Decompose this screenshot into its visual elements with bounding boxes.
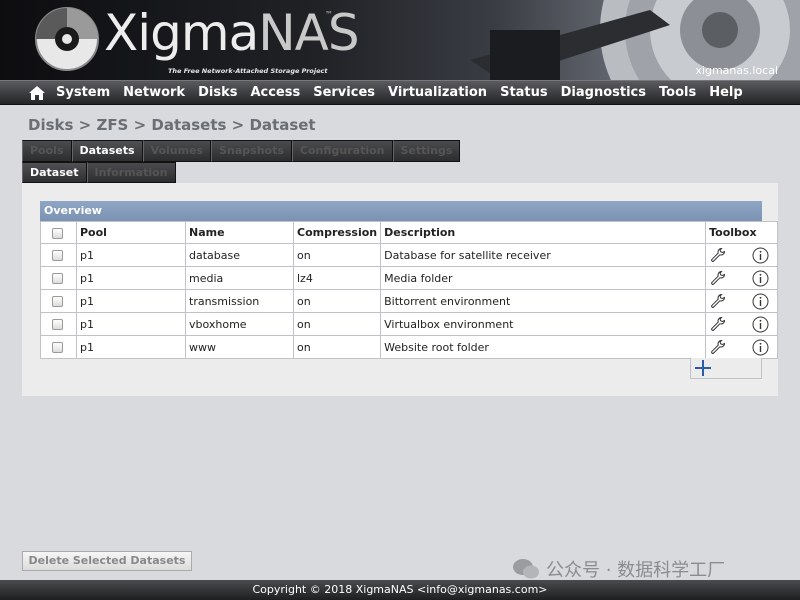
cell-pool: p1 [76, 312, 186, 336]
cell-compression: on [292, 335, 382, 359]
tab-dataset[interactable]: Dataset [22, 162, 87, 183]
wechat-icon [513, 559, 539, 579]
trademark-mark: ™ [325, 10, 333, 19]
toolbox-cell [705, 312, 779, 336]
info-icon[interactable] [752, 247, 769, 264]
cell-description: Virtualbox environment [380, 312, 707, 336]
brand-logo-text: XigmaNAS [104, 4, 360, 62]
wrench-icon[interactable] [710, 316, 726, 332]
table-row: p1 vboxhome on Virtualbox environment [40, 312, 779, 336]
wrench-icon[interactable] [710, 270, 726, 286]
breadcrumb: Disks > ZFS > Datasets > Dataset [28, 116, 316, 134]
primary-tabs: Pools Datasets Volumes Snapshots Configu… [22, 140, 461, 162]
overview-header: Overview [40, 201, 762, 221]
delete-selected-datasets-button[interactable]: Delete Selected Datasets [22, 551, 192, 571]
menu-item-virtualization[interactable]: Virtualization [388, 85, 487, 100]
tab-settings[interactable]: Settings [392, 140, 461, 162]
cell-compression: on [292, 243, 382, 267]
tab-pools[interactable]: Pools [22, 140, 72, 162]
menu-item-status[interactable]: Status [500, 85, 548, 100]
wrench-icon[interactable] [710, 339, 726, 355]
row-checkbox[interactable] [52, 296, 63, 307]
toolbox-cell [705, 335, 779, 359]
tab-datasets[interactable]: Datasets [71, 140, 143, 162]
info-icon[interactable] [752, 270, 769, 287]
menu-item-network[interactable]: Network [123, 85, 185, 100]
table-row: p1 transmission on Bittorrent environmen… [40, 289, 779, 313]
toolbox-cell [705, 289, 779, 313]
info-icon[interactable] [752, 293, 769, 310]
main-menu-bar: System Network Disks Access Services Vir… [0, 80, 800, 105]
column-header-pool[interactable]: Pool [76, 221, 186, 244]
table-row: p1 www on Website root folder [40, 335, 779, 359]
watermark: 公众号 · 数据科学工厂 [512, 556, 725, 582]
info-icon[interactable] [752, 316, 769, 333]
add-row-cell [690, 358, 762, 379]
menu-item-services[interactable]: Services [313, 85, 375, 100]
select-all-checkbox[interactable] [52, 227, 63, 239]
cell-compression: on [292, 312, 382, 336]
menu-item-diagnostics[interactable]: Diagnostics [561, 85, 646, 100]
cell-description: Media folder [380, 266, 707, 290]
menu-list: System Network Disks Access Services Vir… [56, 85, 756, 100]
menu-item-disks[interactable]: Disks [198, 85, 237, 100]
menu-item-access[interactable]: Access [250, 85, 300, 100]
wrench-icon[interactable] [710, 247, 726, 263]
table-row: p1 media lz4 Media folder [40, 266, 779, 290]
header: XigmaNAS ™ The Free Network-Attached Sto… [0, 0, 800, 80]
toolbox-cell [705, 266, 779, 290]
cell-description: Database for satellite receiver [380, 243, 707, 267]
row-checkbox[interactable] [52, 273, 63, 284]
wrench-icon[interactable] [710, 293, 726, 309]
cell-pool: p1 [76, 266, 186, 290]
datasets-table: Pool Name Compression Description Toolbo… [40, 221, 779, 359]
secondary-tabs: Dataset Information [22, 162, 176, 183]
cell-name: media [185, 266, 294, 290]
xigmanas-logo-icon [35, 7, 99, 71]
cell-compression: on [292, 289, 382, 313]
cell-pool: p1 [76, 243, 186, 267]
info-icon[interactable] [752, 339, 769, 356]
table-header-row: Pool Name Compression Description Toolbo… [40, 221, 779, 244]
row-checkbox[interactable] [52, 250, 63, 261]
cell-name: www [185, 335, 294, 359]
home-icon[interactable] [28, 85, 46, 101]
row-checkbox[interactable] [52, 319, 63, 330]
column-header-compression[interactable]: Compression [292, 221, 382, 244]
tab-configuration[interactable]: Configuration [291, 140, 393, 162]
brand-tagline: The Free Network-Attached Storage Projec… [168, 67, 328, 75]
select-all-cell [40, 221, 77, 244]
cell-name: transmission [185, 289, 294, 313]
cell-description: Website root folder [380, 335, 707, 359]
cell-name: vboxhome [185, 312, 294, 336]
menu-item-system[interactable]: System [56, 85, 110, 100]
row-checkbox[interactable] [52, 342, 63, 353]
cell-pool: p1 [76, 335, 186, 359]
watermark-text: 公众号 · 数据科学工厂 [546, 560, 726, 581]
footer: Copyright © 2018 XigmaNAS <info@xigmanas… [0, 580, 800, 600]
tab-information[interactable]: Information [86, 162, 176, 183]
hostname-label: xigmanas.local [695, 64, 778, 77]
cell-name: database [185, 243, 294, 267]
column-header-name[interactable]: Name [185, 221, 294, 244]
cell-pool: p1 [76, 289, 186, 313]
menu-item-help[interactable]: Help [709, 85, 742, 100]
toolbox-cell [705, 243, 779, 267]
cell-description: Bittorrent environment [380, 289, 707, 313]
table-row: p1 database on Database for satellite re… [40, 243, 779, 267]
cell-compression: lz4 [292, 266, 382, 290]
add-icon[interactable] [695, 360, 711, 376]
column-header-description[interactable]: Description [380, 221, 707, 244]
tab-volumes[interactable]: Volumes [142, 140, 212, 162]
column-header-toolbox: Toolbox [705, 221, 779, 244]
tab-snapshots[interactable]: Snapshots [211, 140, 292, 162]
menu-item-tools[interactable]: Tools [659, 85, 696, 100]
